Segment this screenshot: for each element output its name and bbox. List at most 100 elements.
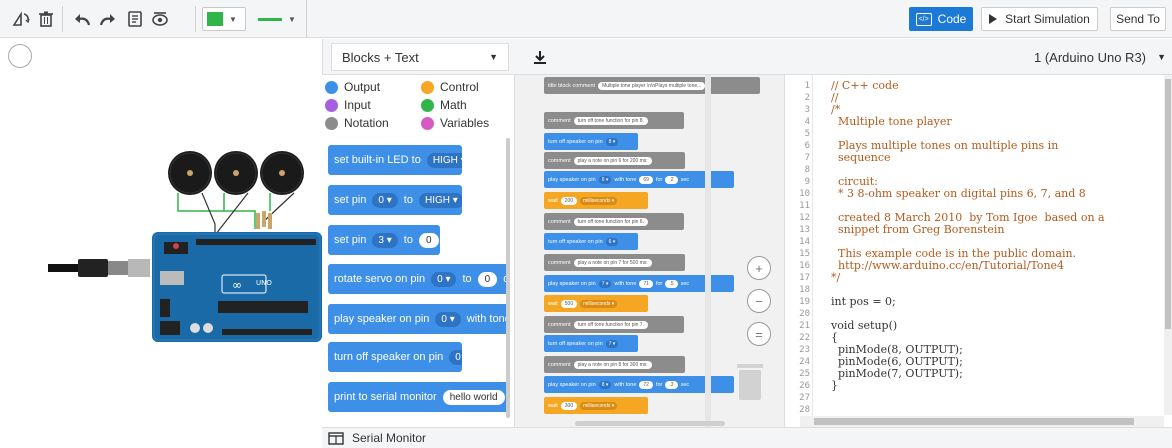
palette-scrollbar[interactable] <box>506 138 510 418</box>
ws-wait[interactable]: wait 200 milliseconds ▾ <box>544 192 648 209</box>
block-dropdown[interactable]: 3 ▾ <box>372 232 398 248</box>
block-dropdown[interactable]: 0 ▾ <box>372 192 398 208</box>
ws-comment[interactable]: comment turn off tone function for pin 8. <box>544 112 684 129</box>
block-value[interactable]: play a note on pin 7 for 500 ms: <box>573 258 652 267</box>
block-dropdown[interactable]: milliseconds ▾ <box>580 299 618 308</box>
start-simulation-button[interactable]: Start Simulation <box>981 7 1098 31</box>
block-rotate-servo[interactable]: rotate servo on pin0 ▾to0degre <box>328 264 509 294</box>
editor-mode-select[interactable]: Blocks + Text ▼ <box>331 43 509 71</box>
code-button[interactable]: </> Code <box>909 7 973 31</box>
block-value[interactable]: .2 <box>665 175 678 184</box>
block-dropdown[interactable]: 6 ▾ <box>605 237 619 246</box>
zoom-out-icon[interactable]: − <box>747 289 771 313</box>
ws-turn-off-speaker[interactable]: turn off speaker on pin 6 ▾ <box>544 233 638 250</box>
resistor-2[interactable] <box>262 211 266 227</box>
block-value[interactable]: .3 <box>665 380 678 389</box>
redo-icon[interactable] <box>97 8 119 30</box>
block-value[interactable]: hello world <box>442 389 505 405</box>
ws-comment[interactable]: comment turn off tone function for pin 6. <box>544 213 684 230</box>
block-print-serial[interactable]: print to serial monitorhello worldwith <box>328 382 509 412</box>
category-output[interactable]: Output <box>325 79 380 95</box>
undo-icon[interactable] <box>71 8 93 30</box>
board-select[interactable]: 1 (Arduino Uno R3) ▼ <box>1028 43 1172 71</box>
trash-icon[interactable] <box>734 361 766 401</box>
block-value[interactable]: turn off tone function for pin 6. <box>573 217 648 226</box>
rotate-icon[interactable] <box>10 8 32 30</box>
block-dropdown[interactable]: 8 ▾ <box>605 137 619 146</box>
workspace-scrollbar[interactable] <box>705 75 711 427</box>
block-dropdown[interactable]: 0 ▾ <box>449 349 462 365</box>
serial-monitor-bar[interactable]: Serial Monitor <box>322 427 1172 448</box>
block-label: play speaker on pin <box>548 176 596 183</box>
category-control[interactable]: Control <box>421 79 479 95</box>
category-input[interactable]: Input <box>325 97 371 113</box>
ws-comment[interactable]: comment turn off tone function for pin 7. <box>544 316 684 333</box>
block-value[interactable]: 71 <box>639 279 653 288</box>
block-value[interactable]: 72 <box>639 380 653 389</box>
visibility-icon[interactable] <box>149 8 171 30</box>
zoom-in-icon[interactable]: + <box>747 256 771 280</box>
resistor-3[interactable] <box>268 213 272 229</box>
block-dropdown[interactable]: milliseconds ▾ <box>580 401 618 410</box>
block-dropdown[interactable]: milliseconds ▾ <box>580 196 618 205</box>
category-math[interactable]: Math <box>421 97 467 113</box>
block-value[interactable]: 200 <box>560 196 578 205</box>
speaker-3[interactable] <box>260 151 304 195</box>
delete-icon[interactable] <box>35 8 57 30</box>
block-value[interactable]: 500 <box>560 299 578 308</box>
block-value[interactable]: .5 <box>665 279 678 288</box>
code-editor[interactable]: 1 2 3 4 5 6 7 8 9 10 11 12 13 14 15 16 17 18 19 20 21 22 23 24 2… <box>786 75 1172 427</box>
ws-comment[interactable]: comment play a note on pin 7 for 500 ms: <box>544 254 685 271</box>
block-set-builtin-led[interactable]: set built-in LED to HIGH ▾ <box>328 145 462 175</box>
block-dropdown[interactable]: 0 ▾ <box>435 311 461 327</box>
editor-vertical-scrollbar[interactable] <box>1164 75 1172 415</box>
block-value[interactable]: 0 <box>477 271 498 287</box>
block-dropdown[interactable]: 7 ▾ <box>605 339 619 348</box>
block-value[interactable]: 300 <box>560 401 578 410</box>
notes-icon[interactable] <box>124 8 146 30</box>
speaker-1[interactable] <box>168 151 212 195</box>
fill-color-picker[interactable]: ▼ <box>202 7 246 31</box>
ws-title-comment[interactable]: title block comment Multiple tone player … <box>544 77 760 94</box>
ws-turn-off-speaker[interactable]: turn off speaker on pin 8 ▾ <box>544 133 638 150</box>
zoom-to-fit-button[interactable] <box>8 44 32 68</box>
category-notation[interactable]: Notation <box>325 115 389 131</box>
workspace-hscrollbar[interactable] <box>575 421 725 426</box>
ws-comment[interactable]: comment play a note on pin 8 for 300 ms: <box>544 356 685 373</box>
usb-cable[interactable] <box>48 259 150 277</box>
download-button[interactable] <box>528 45 552 69</box>
arduino-uno-board[interactable]: ∞ UNO <box>152 232 322 342</box>
block-dropdown[interactable]: HIGH ▾ <box>426 152 462 168</box>
block-dropdown[interactable]: 0 ▾ <box>431 271 457 287</box>
ws-wait[interactable]: wait 300 milliseconds ▾ <box>544 397 648 414</box>
ws-wait[interactable]: wait 500 milliseconds ▾ <box>544 295 648 312</box>
block-value[interactable]: 0 <box>418 232 439 248</box>
block-set-pin-digital[interactable]: set pin 0 ▾ to HIGH ▾ <box>328 185 462 215</box>
editor-horizontal-scrollbar[interactable] <box>800 416 1164 427</box>
category-variables[interactable]: Variables <box>421 115 489 131</box>
ws-turn-off-speaker[interactable]: turn off speaker on pin 7 ▾ <box>544 335 638 352</box>
wire-black-1[interactable] <box>201 192 216 235</box>
block-dropdown[interactable]: 8 ▾ <box>598 380 612 389</box>
line-style-picker[interactable]: ▼ <box>254 7 300 31</box>
block-value[interactable]: play a note on pin 6 for 200 ms: <box>573 156 652 165</box>
zoom-reset-icon[interactable]: = <box>747 322 771 346</box>
block-dropdown[interactable]: 6 ▾ <box>598 175 612 184</box>
send-to-button[interactable]: Send To <box>1110 7 1166 31</box>
block-dropdown[interactable]: HIGH ▾ <box>418 192 462 208</box>
block-value[interactable]: turn off tone function for pin 7. <box>573 320 648 329</box>
block-value[interactable]: Multiple tone player \n\nPlays multiple … <box>598 81 706 90</box>
block-value[interactable]: turn off tone function for pin 8. <box>573 116 648 125</box>
blocks-workspace[interactable]: title block comment Multiple tone player … <box>515 75 785 427</box>
block-dropdown[interactable]: 7 ▾ <box>598 279 612 288</box>
block-value[interactable]: play a note on pin 8 for 300 ms: <box>573 360 652 369</box>
resistor-1[interactable] <box>256 213 260 229</box>
block-turn-off-speaker[interactable]: turn off speaker on pin 0 ▾ <box>328 342 462 372</box>
wire-black-3[interactable] <box>261 192 295 224</box>
block-play-speaker[interactable]: play speaker on pin0 ▾with tone6 <box>328 304 509 334</box>
circuit-canvas[interactable]: ∞ UNO <box>0 39 322 448</box>
ws-comment[interactable]: comment play a note on pin 6 for 200 ms: <box>544 152 685 169</box>
block-value[interactable]: 69 <box>639 175 653 184</box>
speaker-2[interactable] <box>214 151 258 195</box>
block-set-pin-analog[interactable]: set pin 3 ▾ to 0 <box>328 225 440 255</box>
